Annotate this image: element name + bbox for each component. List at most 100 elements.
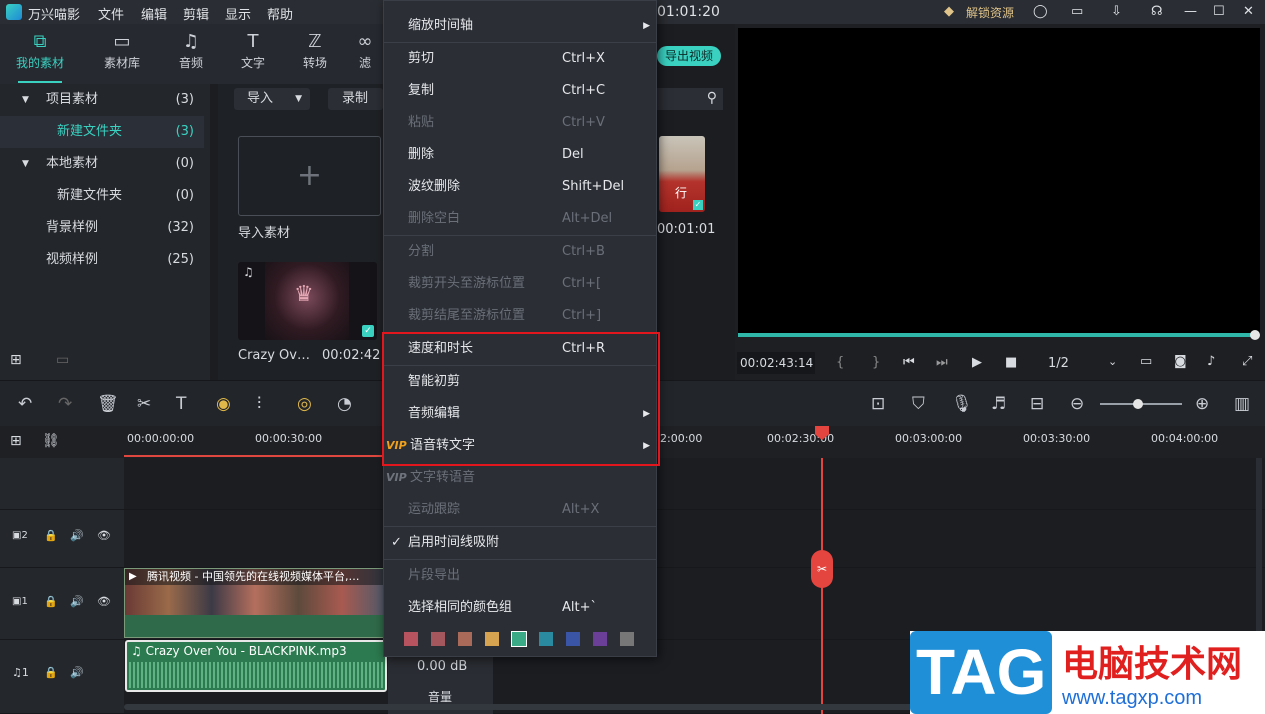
- account-icon[interactable]: ◯: [1033, 4, 1048, 19]
- tts-icon[interactable]: ◎: [297, 395, 312, 413]
- lock-icon[interactable]: 🔒: [44, 529, 58, 542]
- tab-transitions[interactable]: ℤ 转场: [289, 30, 341, 71]
- unlock-resources-link[interactable]: 解锁资源: [966, 4, 1014, 21]
- menu-item-copy[interactable]: 复制 Ctrl+C: [384, 75, 656, 107]
- menu-view[interactable]: 显示: [225, 4, 251, 23]
- menu-item-ripple-delete[interactable]: 波纹删除 Shift+Del: [384, 171, 656, 203]
- export-video-button[interactable]: 导出视频: [657, 46, 721, 66]
- volume-icon[interactable]: ♪: [1207, 354, 1215, 369]
- marker-icon[interactable]: ⛉: [912, 395, 925, 413]
- mark-out-button[interactable]: }: [872, 355, 880, 370]
- collapse-triangle-icon[interactable]: ▼: [22, 148, 29, 180]
- layout-icon[interactable]: ▥: [1234, 395, 1250, 413]
- speed-ai-icon[interactable]: ◉: [216, 395, 231, 413]
- mute-icon[interactable]: 🔊: [70, 529, 84, 542]
- color-swatch[interactable]: [539, 632, 553, 646]
- audio-mix-icon[interactable]: ⫶: [257, 395, 261, 413]
- mark-in-button[interactable]: {: [836, 355, 844, 370]
- fit-timeline-icon[interactable]: ⊟: [1030, 395, 1044, 413]
- menu-item-delete-gaps[interactable]: 删除空白 Alt+Del: [384, 203, 656, 235]
- video-track-2[interactable]: [124, 510, 1265, 568]
- tab-stock-media[interactable]: ▭ 素材库: [96, 30, 148, 71]
- download-icon[interactable]: ⇩: [1111, 4, 1122, 19]
- color-swatch[interactable]: [593, 632, 607, 646]
- library-item-new-folder[interactable]: 新建文件夹 (3): [0, 116, 204, 148]
- mute-icon[interactable]: 🔊: [70, 666, 84, 679]
- tab-audio[interactable]: ♫ 音频: [165, 30, 217, 71]
- menu-item-trim-end[interactable]: 裁剪结尾至游标位置 Ctrl+]: [384, 300, 656, 332]
- zoom-slider-handle[interactable]: [1133, 399, 1143, 409]
- menu-item-delete[interactable]: 删除 Del: [384, 139, 656, 171]
- lock-icon[interactable]: 🔒: [44, 595, 58, 608]
- tab-filters[interactable]: ∞ 滤: [350, 30, 380, 71]
- record-button[interactable]: 录制: [328, 88, 383, 110]
- support-icon[interactable]: ☊: [1151, 4, 1163, 19]
- playback-ratio[interactable]: 1/2: [1048, 356, 1069, 371]
- preview-timecode[interactable]: 00:02:43:14: [737, 352, 815, 374]
- playhead-scissors-icon[interactable]: ✂: [811, 550, 833, 588]
- display-icon[interactable]: ▭: [1140, 354, 1152, 369]
- preview-progress-bar[interactable]: [738, 333, 1256, 337]
- color-swatch[interactable]: [566, 632, 580, 646]
- snapshot-icon[interactable]: ◙: [1174, 354, 1187, 369]
- video-thumbnail[interactable]: 行 ✓: [659, 136, 705, 212]
- color-swatch[interactable]: [511, 631, 527, 647]
- crop-text-icon[interactable]: T: [176, 395, 186, 413]
- audio-clip-thumbnail[interactable]: ♫ ♛ ✓: [238, 262, 377, 340]
- folder-outline-icon[interactable]: ▭: [56, 352, 69, 368]
- redo-icon[interactable]: ↷: [58, 395, 72, 413]
- library-item-local[interactable]: ▼ 本地素材 (0): [0, 148, 204, 180]
- undo-icon[interactable]: ↶: [18, 395, 32, 413]
- preview-progress-handle[interactable]: [1250, 330, 1260, 340]
- play-icon[interactable]: ▶: [972, 355, 982, 370]
- menu-help[interactable]: 帮助: [267, 4, 293, 23]
- tab-my-media[interactable]: ⧉ 我的素材: [14, 30, 66, 83]
- tab-titles[interactable]: T 文字: [227, 30, 279, 71]
- library-item-video-samples[interactable]: 视频样例 (25): [0, 244, 204, 276]
- import-media-tile[interactable]: +: [238, 136, 381, 216]
- vip-diamond-icon[interactable]: ◆: [944, 4, 954, 19]
- menu-item-clip-export[interactable]: 片段导出: [384, 560, 656, 592]
- eye-icon[interactable]: 👁: [97, 529, 111, 542]
- link-icon[interactable]: ⛓: [42, 433, 60, 449]
- add-folder-icon[interactable]: ⊞: [10, 352, 22, 368]
- add-track-icon[interactable]: ⊞: [10, 433, 22, 449]
- lock-icon[interactable]: 🔒: [44, 666, 58, 679]
- library-item-backgrounds[interactable]: 背景样例 (32): [0, 212, 204, 244]
- collapse-triangle-icon[interactable]: ▼: [22, 84, 29, 116]
- import-dropdown[interactable]: 导入 ▼: [234, 88, 310, 110]
- menu-item-select-same-color[interactable]: 选择相同的颜色组 Alt+`: [384, 592, 656, 624]
- chevron-down-icon[interactable]: ⌄: [1108, 355, 1117, 368]
- video-clip[interactable]: 腾讯视频 - 中国领先的在线视频媒体平台,… ▶: [124, 568, 386, 638]
- maximize-icon[interactable]: ☐: [1213, 4, 1225, 19]
- message-icon[interactable]: ▭: [1071, 4, 1083, 19]
- delete-icon[interactable]: 🗑: [97, 395, 119, 413]
- menu-item-timeline-snap[interactable]: ✓ 启用时间线吸附: [384, 527, 656, 559]
- library-item-project[interactable]: ▼ 项目素材 (3): [0, 84, 204, 116]
- library-item-local-folder[interactable]: 新建文件夹 (0): [0, 180, 204, 212]
- mute-icon[interactable]: 🔊: [70, 595, 84, 608]
- eye-icon[interactable]: 👁: [97, 595, 111, 608]
- render-icon[interactable]: ⊡: [871, 395, 885, 413]
- prev-frame-icon[interactable]: ⏮: [903, 355, 915, 370]
- color-swatch[interactable]: [620, 632, 634, 646]
- scissors-icon[interactable]: ✂: [137, 395, 151, 413]
- menu-item-split[interactable]: 分割 Ctrl+B: [384, 236, 656, 268]
- menu-item-trim-start[interactable]: 裁剪开头至游标位置 Ctrl+[: [384, 268, 656, 300]
- color-swatch[interactable]: [458, 632, 472, 646]
- fullscreen-icon[interactable]: ⤢: [1242, 354, 1252, 369]
- zoom-out-icon[interactable]: ⊖: [1070, 395, 1084, 413]
- menu-edit[interactable]: 编辑: [141, 4, 167, 23]
- speedometer-icon[interactable]: ◔: [337, 395, 352, 413]
- menu-clip[interactable]: 剪辑: [183, 4, 209, 23]
- menu-item-cut[interactable]: 剪切 Ctrl+X: [384, 43, 656, 75]
- step-frame-icon[interactable]: ⏭: [936, 355, 948, 370]
- minimize-icon[interactable]: —: [1184, 4, 1197, 19]
- menu-item-zoom-timeline[interactable]: 缩放时间轴 ▶: [384, 10, 656, 42]
- close-icon[interactable]: ✕: [1243, 4, 1254, 19]
- color-swatch[interactable]: [431, 632, 445, 646]
- audio-clip[interactable]: ♫ Crazy Over You - BLACKPINK.mp3: [125, 640, 387, 692]
- search-field[interactable]: ⚲: [657, 88, 723, 110]
- collapse-handle[interactable]: [210, 84, 218, 380]
- menu-item-paste[interactable]: 粘贴 Ctrl+V: [384, 107, 656, 139]
